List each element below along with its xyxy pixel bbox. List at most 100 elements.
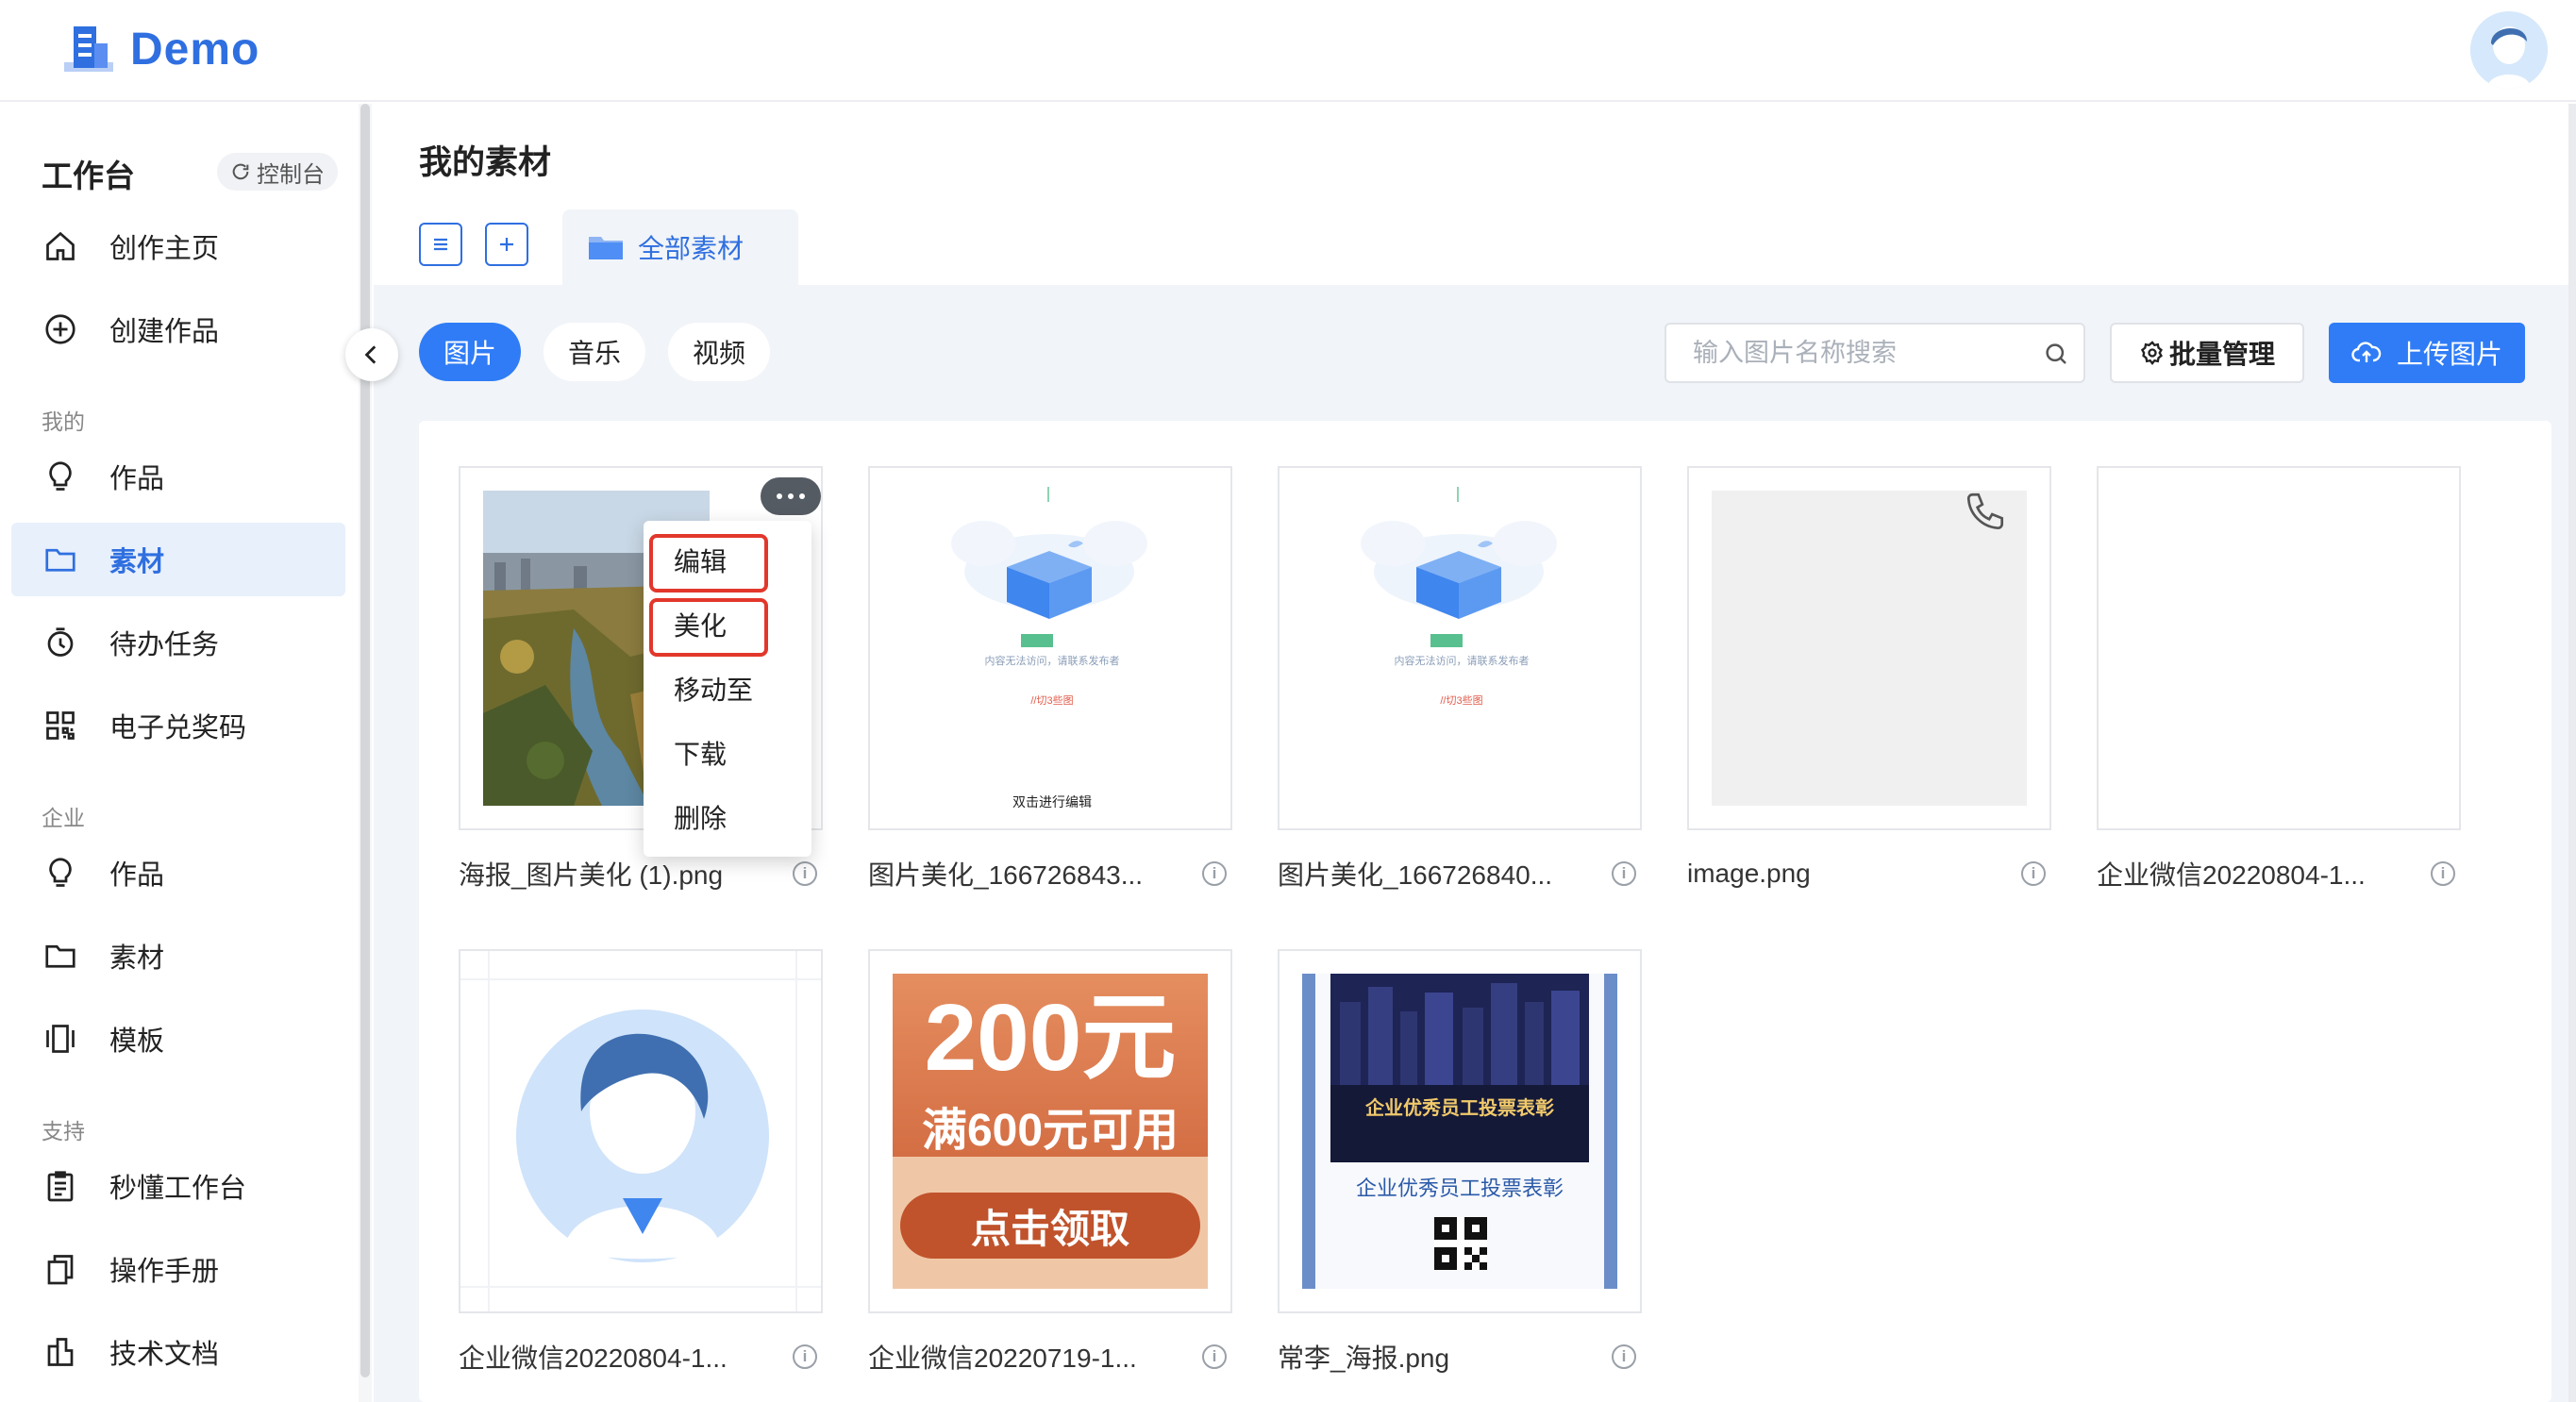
info-icon[interactable]: i <box>1612 1344 1636 1369</box>
manual-icon <box>42 1250 79 1288</box>
console-button[interactable]: 控制台 <box>217 153 338 191</box>
info-icon[interactable]: i <box>2431 861 2455 886</box>
filter-chip-music[interactable]: 音乐 <box>544 323 645 381</box>
info-icon[interactable]: i <box>1202 861 1227 886</box>
thumb-caption: 内容无法访问，请联系发布者 <box>984 656 1120 667</box>
sidebar-item-creation-home[interactable]: 创作主页 <box>11 209 345 283</box>
filter-chip-image[interactable]: 图片 <box>419 323 521 381</box>
sidebar-item-my-works[interactable]: 作品 <box>11 440 345 513</box>
asset-thumbnail[interactable] <box>459 949 823 1313</box>
folder-tab-label: 全部素材 <box>638 234 744 263</box>
sidebar-item-label: 技术文档 <box>109 1340 220 1370</box>
asset-caption: 企业微信20220804-1... i <box>459 1338 823 1376</box>
page-scrollbar[interactable] <box>2568 104 2576 1402</box>
asset-name: 图片美化_166726843... <box>868 860 1144 890</box>
plus-circle-icon <box>42 310 79 348</box>
asset-name: 企业微信20220804-1... <box>459 1344 728 1373</box>
sidebar-item-quick-guide[interactable]: 秒懂工作台 <box>11 1149 345 1223</box>
sidebar-scrollbar-thumb[interactable] <box>360 104 370 1377</box>
asset-thumbnail[interactable]: 内容无法访问，请联系发布者 //切3些图 <box>1278 466 1642 830</box>
thumb-caption: 内容无法访问，请联系发布者 <box>1394 656 1530 667</box>
collapse-sidebar-button[interactable] <box>345 328 398 381</box>
asset-thumbnail[interactable]: 内容无法访问，请联系发布者 //切3些图 双击进行编辑 <box>868 466 1232 830</box>
asset-thumbnail[interactable] <box>2097 466 2461 830</box>
search-input[interactable] <box>1693 334 2042 372</box>
coupon-condition: 满600元可用 <box>921 1106 1179 1156</box>
sidebar-item-redeem-code[interactable]: 电子兑奖码 <box>11 689 345 762</box>
folder-tab-all[interactable]: 全部素材 <box>562 209 798 285</box>
search-icon[interactable] <box>2042 340 2070 368</box>
asset-thumbnail[interactable] <box>1687 466 2051 830</box>
list-view-button[interactable] <box>419 223 462 266</box>
sidebar-item-enterprise-templates[interactable]: 模板 <box>11 1002 345 1076</box>
menu-item-delete[interactable]: 删除 <box>644 785 811 849</box>
ellipsis-dot <box>788 493 794 499</box>
home-icon <box>42 227 79 265</box>
bulb-icon <box>42 854 79 892</box>
info-icon[interactable]: i <box>1202 1344 1227 1369</box>
upload-image-button[interactable]: 上传图片 <box>2329 323 2525 383</box>
top-header: Demo <box>0 0 2576 102</box>
sidebar-item-label: 电子兑奖码 <box>109 713 247 743</box>
bulb-icon <box>42 458 79 495</box>
info-icon[interactable]: i <box>793 1344 817 1369</box>
sidebar-scrollbar[interactable] <box>359 104 372 1402</box>
sidebar-item-create-work[interactable]: 创建作品 <box>11 292 345 366</box>
asset-name: 企业微信20220719-1... <box>868 1344 1137 1373</box>
sidebar-group-mine: 我的 <box>42 409 85 434</box>
main-top-bar: 我的素材 全部素材 <box>374 104 2576 285</box>
add-folder-button[interactable] <box>485 223 528 266</box>
sidebar-item-todo[interactable]: 待办任务 <box>11 606 345 679</box>
empty-box-illustration <box>1361 487 1557 647</box>
sidebar-item-manual[interactable]: 操作手册 <box>11 1232 345 1306</box>
asset-caption: 企业微信20220804-1... i <box>2097 855 2461 893</box>
poster-subtitle: 企业优秀员工投票表彰 <box>1355 1177 1564 1200</box>
sidebar-item-enterprise-works[interactable]: 作品 <box>11 836 345 910</box>
asset-caption: 图片美化_166726843... i <box>868 855 1232 893</box>
menu-item-move-to[interactable]: 移动至 <box>644 657 811 721</box>
asset-name: 图片美化_166726840... <box>1278 860 1553 890</box>
more-options-button[interactable] <box>761 477 821 515</box>
user-avatar[interactable] <box>2470 11 2548 89</box>
asset-thumbnail[interactable]: 企业优秀员工投票表彰 企业优秀员工投票表彰 <box>1278 949 1642 1313</box>
menu-item-beautify[interactable]: 美化 <box>644 593 811 657</box>
poster-title: 企业优秀员工投票表彰 <box>1365 1098 1554 1119</box>
asset-name: 常李_海报.png <box>1278 1344 1450 1373</box>
batch-manage-button[interactable]: 批量管理 <box>2110 323 2304 383</box>
sidebar-item-label: 待办任务 <box>109 630 220 660</box>
asset-caption: 常李_海报.png i <box>1278 1338 1642 1376</box>
sidebar-item-label: 素材 <box>109 547 165 577</box>
sidebar-title: 工作台 <box>42 159 135 193</box>
sidebar-item-tech-docs[interactable]: 技术文档 <box>11 1315 345 1389</box>
logo[interactable]: Demo <box>60 21 259 77</box>
filter-chip-video[interactable]: 视频 <box>668 323 770 381</box>
sidebar-item-enterprise-materials[interactable]: 素材 <box>11 919 345 993</box>
menu-item-edit[interactable]: 编辑 <box>644 528 811 593</box>
thumb-caption: //切3些图 <box>1440 695 1483 707</box>
qr-code <box>1434 1217 1487 1270</box>
info-icon[interactable]: i <box>793 861 817 886</box>
list-icon <box>434 238 447 251</box>
user-avatar-icon <box>2470 11 2548 89</box>
sidebar-group-enterprise: 企业 <box>42 806 85 830</box>
info-icon[interactable]: i <box>2021 861 2046 886</box>
building-logo-icon <box>64 26 113 72</box>
empty-box-illustration <box>951 487 1147 647</box>
info-icon[interactable]: i <box>1612 861 1636 886</box>
search-box <box>1664 323 2085 383</box>
batch-manage-label: 批量管理 <box>2168 340 2275 369</box>
qrcode-icon <box>42 707 79 744</box>
sidebar-item-my-materials[interactable]: 素材 <box>11 523 345 596</box>
asset-caption: 图片美化_166726840... i <box>1278 855 1642 893</box>
blank-image <box>1712 491 2027 806</box>
sidebar-item-label: 秒懂工作台 <box>109 1174 247 1204</box>
asset-thumbnail[interactable]: 200元 满600元可用 点击领取 <box>868 949 1232 1313</box>
phone-icon <box>1966 492 2004 530</box>
sidebar-item-label: 作品 <box>109 464 165 494</box>
asset-caption: 海报_图片美化 (1).png i <box>459 855 823 893</box>
refresh-icon <box>232 163 249 180</box>
logo-text: Demo <box>130 24 260 75</box>
thumb-caption: 双击进行编辑 <box>1012 794 1092 809</box>
asset-context-menu: 编辑 美化 移动至 下载 删除 <box>644 521 811 857</box>
menu-item-download[interactable]: 下载 <box>644 721 811 785</box>
